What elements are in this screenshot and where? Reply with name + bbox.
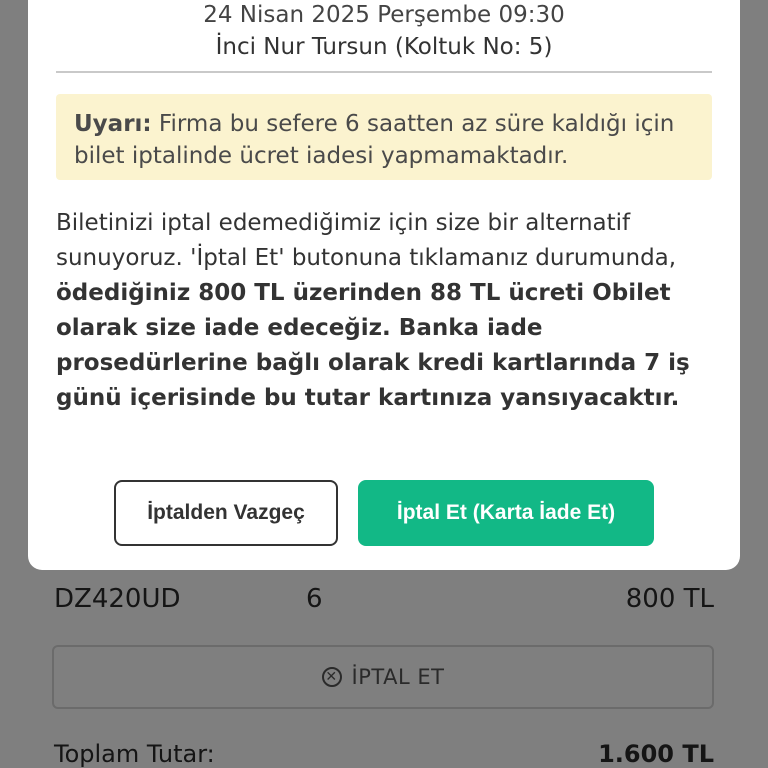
refund-info: Biletinizi iptal edemediğimiz için size …	[56, 206, 720, 416]
info-intro: Biletinizi iptal edemediğimiz için size …	[56, 210, 677, 271]
cancel-ticket-dialog: 24 Nisan 2025 Perşembe 09:30 İnci Nur Tu…	[28, 0, 740, 570]
dismiss-cancel-button[interactable]: İptalden Vazgeç	[114, 480, 338, 546]
info-refund-details: ödediğiniz 800 TL üzerinden 88 TL ücreti…	[56, 280, 690, 411]
trip-datetime: 24 Nisan 2025 Perşembe 09:30	[203, 2, 565, 28]
refund-warning: Uyarı: Firma bu sefere 6 saatten az süre…	[56, 94, 712, 180]
warning-text: Firma bu sefere 6 saatten az süre kaldığ…	[74, 111, 675, 169]
confirm-cancel-refund-button[interactable]: İptal Et (Karta İade Et)	[358, 480, 654, 546]
divider	[56, 71, 712, 73]
warning-label: Uyarı:	[74, 111, 152, 137]
passenger-seat: İnci Nur Tursun (Koltuk No: 5)	[215, 34, 553, 60]
